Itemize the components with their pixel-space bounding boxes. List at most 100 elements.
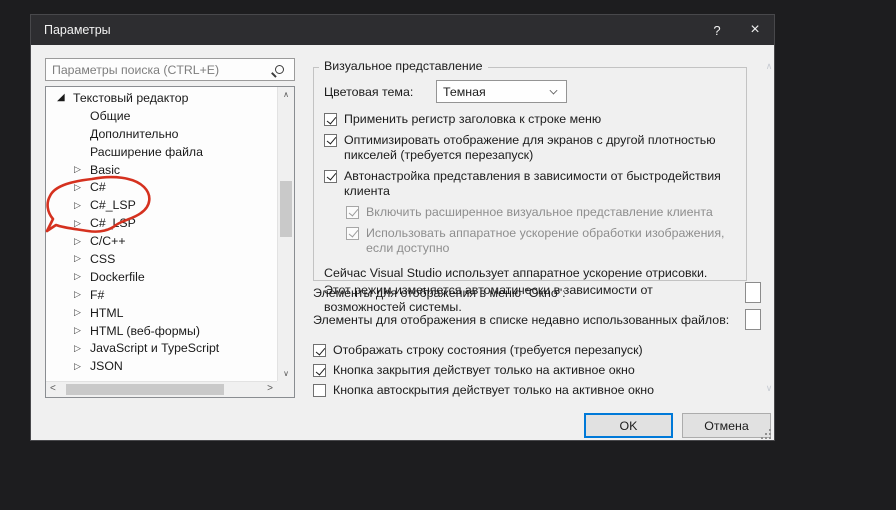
tree-item[interactable]: ▷ F#	[46, 286, 277, 304]
expander-icon[interactable]: ▷	[74, 253, 86, 264]
panel-scroll-down-icon[interactable]: ∨	[762, 383, 776, 394]
ok-button[interactable]: OK	[584, 413, 673, 438]
color-theme-row: Цветовая тема: Темная	[324, 80, 736, 103]
checkbox-row: Отображать строку состояния (требуется п…	[313, 343, 759, 359]
search-icon[interactable]	[275, 65, 284, 74]
expander-icon[interactable]: ▷	[74, 361, 86, 372]
field-rows: Элементы для отображения в меню "Окно": Э…	[313, 281, 761, 335]
tree-item[interactable]: ▷ C#	[46, 178, 277, 196]
tree-item[interactable]: ▷ C/C++	[46, 232, 277, 250]
checkbox-row: Оптимизировать отображение для экранов с…	[324, 133, 736, 164]
checkbox	[346, 205, 359, 219]
group-title: Визуальное представление	[319, 59, 488, 73]
tree-item[interactable]: ◢ Текстовый редактор	[46, 89, 277, 107]
tree-item-label: Расширение файла	[90, 144, 203, 159]
checkbox[interactable]	[313, 344, 326, 357]
checkbox[interactable]	[313, 364, 326, 378]
tree-item[interactable]: ▷ HTML	[46, 304, 277, 322]
expander-icon[interactable]: ▷	[74, 200, 86, 211]
close-button[interactable]: ×	[736, 22, 774, 38]
window-settings-area: Элементы для отображения в меню "Окно": Э…	[313, 281, 761, 403]
titlebar-buttons: ? ×	[698, 15, 774, 45]
field-row: Элементы для отображения в списке недавн…	[313, 308, 761, 335]
vertical-scroll-thumb[interactable]	[280, 181, 292, 237]
tree-item-label: CSS	[90, 251, 116, 266]
tree-item-label: JavaScript и TypeScript	[90, 341, 220, 356]
checkbox-row: Включить расширенное визуальное представ…	[346, 205, 736, 221]
search-input[interactable]: Параметры поиска (CTRL+E)	[45, 58, 295, 81]
checkbox[interactable]	[324, 133, 337, 147]
expander-icon[interactable]: ▷	[74, 343, 86, 354]
checkbox-row: Кнопка закрытия действует только на акти…	[313, 363, 759, 379]
tree-horizontal-scrollbar[interactable]: < >	[46, 381, 277, 397]
tree-item-label: C#	[90, 180, 106, 195]
tree-item-label: JSON	[90, 359, 123, 374]
tree-item[interactable]: ▷ C#_LSP	[46, 196, 277, 214]
color-theme-label: Цветовая тема:	[324, 84, 414, 99]
search-placeholder: Параметры поиска (CTRL+E)	[52, 62, 220, 77]
checkbox[interactable]	[324, 169, 337, 183]
tree-item[interactable]: Общие	[46, 107, 277, 125]
expander-icon[interactable]: ◢	[57, 92, 69, 103]
checkbox-label: Кнопка автоскрытия действует только на а…	[333, 383, 655, 398]
expander-icon[interactable]: ▷	[74, 307, 86, 318]
checkbox-label: Оптимизировать отображение для экранов с…	[344, 132, 716, 163]
tree-item[interactable]: ▷ C#_LSP	[46, 214, 277, 232]
tree-item[interactable]: ▷ JSON	[46, 357, 277, 375]
cancel-button[interactable]: Отмена	[682, 413, 771, 438]
scrollbar-corner	[277, 381, 294, 397]
expander-icon[interactable]: ▷	[74, 271, 86, 282]
tree-item[interactable]: ▷ Basic	[46, 161, 277, 179]
tree-item-label: Текстовый редактор	[73, 90, 189, 105]
horizontal-scroll-thumb[interactable]	[66, 384, 224, 395]
color-theme-select[interactable]: Темная	[436, 80, 567, 103]
visual-experience-group: Визуальное представление Цветовая тема: …	[313, 59, 747, 314]
checkbox-label: Отображать строку состояния (требуется п…	[333, 343, 643, 357]
scroll-right-icon[interactable]: >	[267, 383, 273, 394]
tree-item-label: HTML	[90, 305, 124, 320]
checkbox[interactable]	[324, 113, 337, 126]
checkbox-label: Автонастройка представления в зависимост…	[344, 168, 721, 199]
expander-icon[interactable]: ▷	[74, 218, 86, 229]
tree-item-label: C/C++	[90, 234, 126, 249]
tree-item[interactable]: ▷ HTML (веб-формы)	[46, 322, 277, 340]
expander-icon[interactable]: ▷	[74, 289, 86, 300]
tree-item[interactable]: ▷ CSS	[46, 250, 277, 268]
checkbox-label: Применить регистр заголовка к строке мен…	[344, 112, 602, 126]
scroll-down-icon[interactable]: ∨	[278, 369, 294, 378]
bottom-checkbox-list: Отображать строку состояния (требуется п…	[313, 343, 759, 399]
checkbox[interactable]	[313, 384, 326, 398]
dialog-titlebar[interactable]: Параметры ? ×	[31, 15, 774, 45]
tree-item-label: F#	[90, 287, 105, 302]
checkbox-row: Кнопка автоскрытия действует только на а…	[313, 383, 759, 399]
expander-icon[interactable]: ▷	[74, 236, 86, 247]
tree-item-label: HTML (веб-формы)	[90, 323, 200, 338]
tree-item[interactable]: Дополнительно	[46, 125, 277, 143]
tree-item[interactable]: Расширение файла	[46, 143, 277, 161]
field-row: Элементы для отображения в меню "Окно":	[313, 281, 761, 308]
checkbox-row: Использовать аппаратное ускорение обрабо…	[346, 226, 736, 257]
expander-icon[interactable]: ▷	[74, 325, 86, 336]
field-input[interactable]	[745, 309, 761, 330]
checkbox-label: Включить расширенное визуальное представ…	[366, 204, 713, 219]
field-input[interactable]	[745, 282, 761, 303]
tree-item-label: Basic	[90, 162, 121, 177]
checkbox-row: Применить регистр заголовка к строке мен…	[324, 112, 736, 128]
tree-item-label: Дополнительно	[90, 126, 179, 141]
resize-grip[interactable]	[765, 433, 767, 435]
tree-vertical-scrollbar[interactable]: ∧ ∨	[277, 87, 294, 381]
expander-icon[interactable]: ▷	[74, 182, 86, 193]
help-button[interactable]: ?	[698, 23, 736, 38]
tree-item-label: Общие	[90, 108, 131, 123]
scroll-left-icon[interactable]: <	[50, 383, 56, 394]
field-label: Элементы для отображения в меню "Окно":	[313, 286, 566, 300]
tree-item-label: C#_LSP	[90, 216, 136, 231]
expander-icon[interactable]: ▷	[74, 164, 86, 175]
tree-item[interactable]: ▷ JavaScript и TypeScript	[46, 339, 277, 357]
options-dialog: Параметры ? × Параметры поиска (CTRL+E) …	[30, 14, 775, 441]
panel-scroll-up-icon[interactable]: ∧	[762, 61, 776, 72]
tree-item[interactable]: ▷ Dockerfile	[46, 268, 277, 286]
color-theme-value: Темная	[443, 84, 486, 99]
scroll-up-icon[interactable]: ∧	[278, 90, 294, 99]
tree-item-label: Dockerfile	[90, 269, 145, 284]
